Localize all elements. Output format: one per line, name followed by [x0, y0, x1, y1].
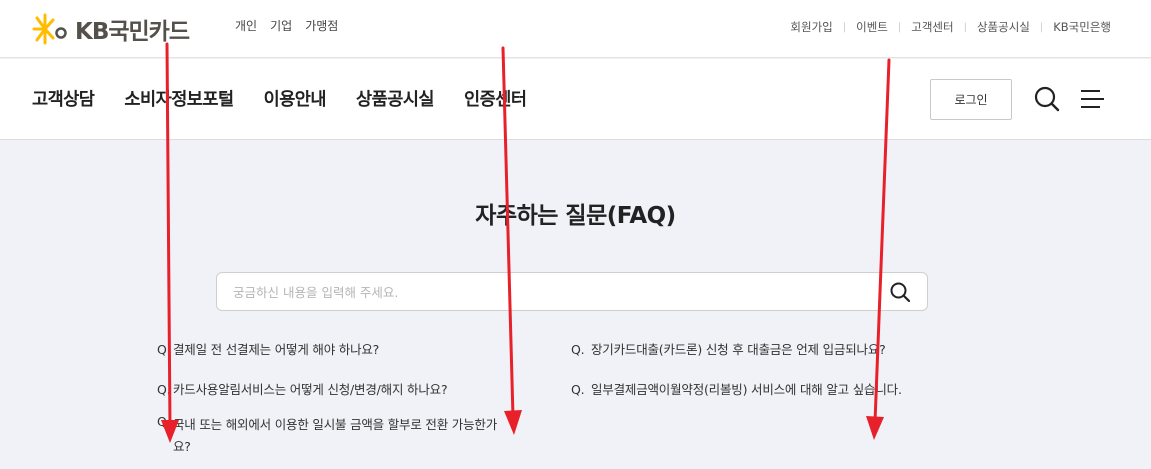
gnb-item-consultation[interactable]: 고객상담	[32, 86, 95, 111]
faq-q-prefix: Q.	[157, 414, 171, 429]
main-navigation: 고객상담 소비자정보포털 이용안내 상품공시실 인증센터 로그인	[0, 59, 1151, 140]
gnb-item-product-disclosure[interactable]: 상품공시실	[356, 86, 435, 111]
faq-search-box	[216, 272, 928, 311]
util-link-product-disclosure[interactable]: 상품공시실	[977, 19, 1030, 35]
page-title: 자주하는 질문(FAQ)	[475, 203, 676, 229]
faq-question: 장기카드대출(카드론) 신청 후 대출금은 언제 입금되나요?	[591, 342, 886, 357]
faq-question: 카드사용알림서비스는 어떻게 신청/변경/해지 하나요?	[173, 382, 448, 397]
gnb-item-consumer-portal[interactable]: 소비자정보포털	[124, 86, 234, 111]
util-divider: |	[842, 21, 847, 33]
faq-item[interactable]: Q. 장기카드대출(카드론) 신청 후 대출금은 언제 입금되나요?	[571, 339, 886, 358]
util-divider: |	[963, 21, 967, 33]
top-utility-bar: KB국민카드 개인 기업 가맹점 회원가입 | 이벤트 | 고객센터 | 상품공…	[0, 0, 1151, 58]
faq-item[interactable]: Q. 결제일 전 선결제는 어떻게 해야 하나요?	[157, 339, 379, 358]
kb-star-logo-icon	[32, 13, 67, 45]
gnb-item-usage-guide[interactable]: 이용안내	[264, 86, 327, 111]
util-link-kb-bank[interactable]: KB국민은행	[1053, 19, 1111, 35]
faq-question: 국내 또는 해외에서 이용한 일시불 금액을 할부로 전환 가능한가요?	[173, 417, 497, 454]
segment-nav: 개인 기업 가맹점	[235, 17, 338, 34]
gnb-menu: 고객상담 소비자정보포털 이용안내 상품공시실 인증센터	[32, 86, 527, 111]
util-link-customer-center[interactable]: 고객센터	[911, 19, 953, 35]
util-link-event[interactable]: 이벤트	[856, 19, 888, 35]
login-button[interactable]: 로그인	[930, 79, 1012, 120]
faq-item[interactable]: Q. 일부결제금액이월약정(리볼빙) 서비스에 대해 알고 싶습니다.	[571, 379, 902, 398]
logo-text: KB국민카드	[75, 19, 190, 45]
faq-item[interactable]: Q. 카드사용알림서비스는 어떻게 신청/변경/해지 하나요?	[157, 379, 448, 398]
faq-q-prefix: Q.	[157, 342, 171, 357]
faq-question: 결제일 전 선결제는 어떻게 해야 하나요?	[173, 342, 380, 357]
utility-links: 회원가입 | 이벤트 | 고객센터 | 상품공시실 | KB국민은행	[790, 19, 1111, 35]
annotation-arrowhead	[866, 416, 884, 440]
segment-business[interactable]: 기업	[270, 17, 292, 34]
menu-icon[interactable]	[1078, 84, 1108, 114]
gnb-item-certification-center[interactable]: 인증센터	[464, 86, 527, 111]
search-icon[interactable]	[1032, 84, 1062, 114]
kb-logo[interactable]: KB국민카드	[31, 12, 190, 46]
faq-item[interactable]: Q. 국내 또는 해외에서 이용한 일시불 금액을 할부로 전환 가능한가요?	[157, 414, 508, 458]
util-divider: |	[897, 21, 902, 33]
search-icon[interactable]	[889, 281, 911, 303]
segment-personal[interactable]: 개인	[235, 17, 257, 34]
util-divider: |	[1039, 21, 1044, 33]
faq-question: 일부결제금액이월약정(리볼빙) 서비스에 대해 알고 싶습니다.	[591, 382, 902, 397]
faq-q-prefix: Q.	[157, 382, 171, 397]
faq-q-prefix: Q.	[571, 382, 585, 397]
util-link-signup[interactable]: 회원가입	[790, 19, 832, 35]
segment-merchant[interactable]: 가맹점	[305, 17, 338, 34]
faq-q-prefix: Q.	[571, 342, 585, 357]
faq-search-input[interactable]	[233, 282, 873, 302]
